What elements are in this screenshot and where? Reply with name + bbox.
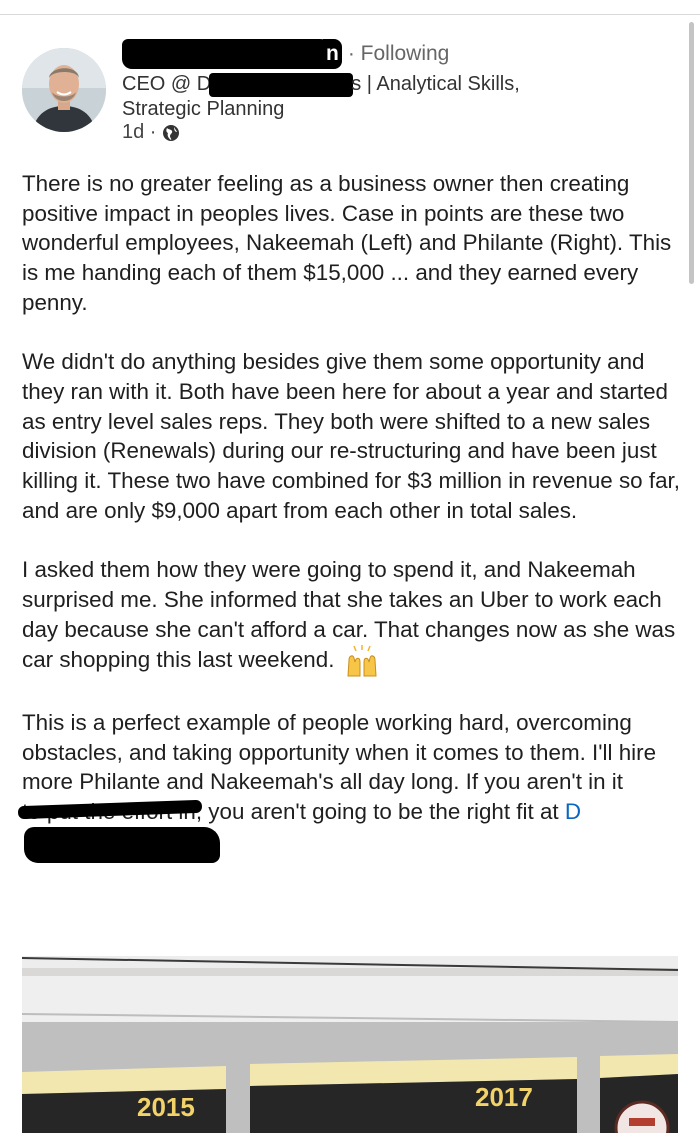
- post-meta: 1d ·: [122, 121, 180, 144]
- raising-hands-emoji: [347, 645, 377, 677]
- banner-year-2017: 2017: [475, 1082, 533, 1112]
- following-status[interactable]: · Following: [348, 42, 450, 66]
- post-paragraph-1: There is no greater feeling as a busines…: [22, 171, 672, 315]
- redacted-company-link[interactable]: [24, 826, 220, 863]
- headline-line2: Strategic Planning: [122, 98, 285, 120]
- post-paragraph-3: I asked them how they were going to spen…: [22, 555, 682, 678]
- author-name-row: n · Following: [122, 38, 449, 70]
- post-text: There is no greater feeling as a busines…: [22, 169, 682, 892]
- post-paragraph-4: This is a perfect example of people work…: [22, 708, 682, 863]
- banner-year-2015: 2015: [137, 1092, 195, 1122]
- top-divider: [0, 14, 700, 15]
- author-headline: CEO @ D s | Analytical Skills, Strategic …: [122, 72, 562, 122]
- headline-prefix: CEO @ D: [122, 73, 212, 95]
- profile-photo: [22, 48, 106, 132]
- scrollbar[interactable]: [689, 22, 694, 284]
- redacted-author-name[interactable]: [122, 39, 334, 69]
- globe-icon: [163, 124, 180, 141]
- post-image[interactable]: 2015 2017: [22, 956, 678, 1133]
- post-paragraph-4-struck: to put the effort in: [22, 797, 196, 827]
- headline-mid: s | Analytical Skills,: [351, 73, 520, 95]
- post-age: 1d ·: [122, 121, 157, 143]
- company-link[interactable]: D: [565, 799, 581, 824]
- post-paragraph-4-text: This is a perfect example of people work…: [22, 709, 657, 795]
- post-paragraph-2: We didn't do anything besides give them …: [22, 349, 680, 523]
- redacted-company-name: [209, 72, 354, 97]
- author-name-visible[interactable]: n: [323, 39, 342, 69]
- post-paragraph-4-text-end: , you aren't going to be the right fit a…: [195, 799, 565, 825]
- avatar[interactable]: [22, 48, 106, 132]
- office-photo: 2015 2017: [22, 956, 678, 1133]
